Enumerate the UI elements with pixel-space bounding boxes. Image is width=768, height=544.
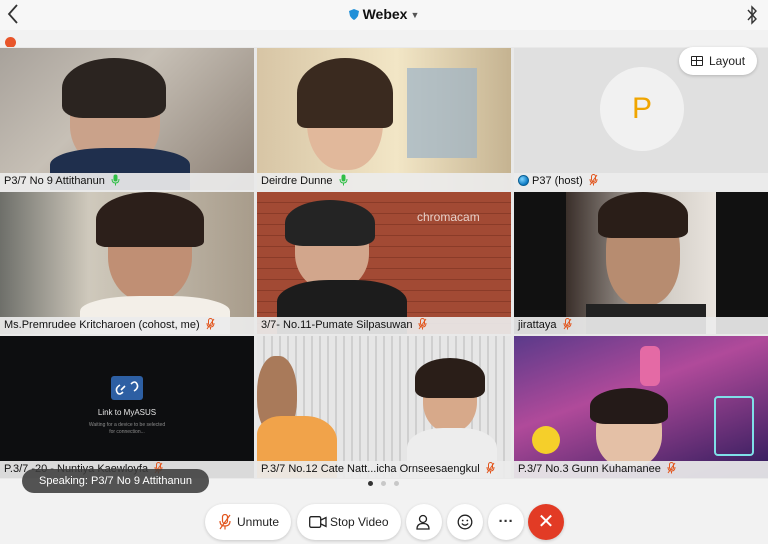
meeting-controls: Unmute Stop Video ··· ✕ [0,498,768,540]
participant-name: P.3/7 No.12 Cate Natt...icha Ornseesaeng… [261,463,480,475]
microphone-icon [339,174,348,186]
unmute-button[interactable]: Unmute [205,504,291,540]
meeting-title[interactable]: Webex ▼ [0,6,768,22]
more-options-icon: ··· [498,513,514,530]
video-feed [257,336,511,478]
microphone-muted-icon [667,462,676,474]
participant-tile[interactable]: chromacam 3/7- No.11-Pumate Silpasuwan [257,192,511,334]
page-indicator[interactable] [366,481,402,487]
microphone-muted-icon [563,318,572,330]
participant-name-bar: jirattaya [514,317,768,334]
stop-video-label: Stop Video [330,515,389,529]
participant-name-bar: P37 (host) [514,173,768,190]
participant-name: P37 (host) [532,175,583,187]
participant-name-bar: Ms.Premrudee Kritcharoen (cohost, me) [0,317,254,334]
participant-name: P.3/7 No.3 Gunn Kuhamanee [518,463,661,475]
microphone-muted-icon [589,174,598,186]
microphone-muted-icon [219,514,231,530]
close-icon: ✕ [537,511,555,533]
speaking-indicator: Speaking: P3/7 No 9 Attithanun [22,469,209,493]
microphone-icon [111,174,120,186]
chevron-down-icon: ▼ [410,10,420,20]
myasus-title: Link to MyASUS [97,408,157,417]
smiley-icon [457,514,473,530]
participant-tile[interactable]: P.3/7 No.3 Gunn Kuhamanee [514,336,768,478]
layout-label: Layout [709,54,746,68]
page-dot-active[interactable] [368,481,373,486]
video-feed: chromacam [257,192,511,334]
layout-button[interactable]: Layout [679,47,757,75]
page-dot[interactable] [381,481,386,486]
video-feed [0,48,254,190]
end-call-button[interactable]: ✕ [528,504,564,540]
bluetooth-icon[interactable] [746,5,758,25]
participant-tile[interactable]: jirattaya [514,192,768,334]
participant-name-bar: Deirdre Dunne [257,173,511,190]
participant-tile[interactable]: Deirdre Dunne [257,48,511,190]
participant-tile[interactable]: Link to MyASUS Waiting for a device to b… [0,336,254,478]
participant-tile[interactable]: P.3/7 No.12 Cate Natt...icha Ornseesaeng… [257,336,511,478]
microphone-muted-icon [486,462,495,474]
video-feed: Link to MyASUS Waiting for a device to b… [0,336,254,478]
camera-icon [309,516,327,528]
video-feed [566,192,716,334]
reactions-button[interactable] [447,504,483,540]
globe-icon [518,175,529,186]
participant-name: 3/7- No.11-Pumate Silpasuwan [261,319,413,331]
participant-name: Ms.Premrudee Kritcharoen (cohost, me) [4,319,200,331]
participant-name-bar: P3/7 No 9 Attithanun [0,173,254,190]
video-grid: P3/7 No 9 Attithanun Deirdre Dunne P P37… [0,47,768,479]
watermark-text: chromacam [417,210,480,224]
stop-video-button[interactable]: Stop Video [297,504,401,540]
myasus-subtitle: Waiting for a device to be selected for … [88,422,166,435]
shield-icon [348,9,359,20]
microphone-muted-icon [418,318,427,330]
top-bar: Webex ▼ [0,0,768,30]
layout-grid-icon [691,56,703,66]
participants-button[interactable] [406,504,442,540]
app-title: Webex [362,6,408,22]
participant-name: jirattaya [518,319,557,331]
avatar: P [600,67,684,151]
video-feed [257,48,511,190]
participant-name-bar: P.3/7 No.12 Cate Natt...icha Ornseesaeng… [257,461,511,478]
microphone-muted-icon [206,318,215,330]
unmute-label: Unmute [237,515,280,529]
page-dot[interactable] [394,481,399,486]
participant-name-bar: P.3/7 No.3 Gunn Kuhamanee [514,461,768,478]
link-icon [111,376,143,400]
participant-tile[interactable]: P3/7 No 9 Attithanun [0,48,254,190]
more-options-button[interactable]: ··· [488,504,524,540]
video-feed [0,192,254,334]
participant-name: Deirdre Dunne [261,175,333,187]
participant-name-bar: 3/7- No.11-Pumate Silpasuwan [257,317,511,334]
video-feed [514,336,768,478]
participant-name: P3/7 No 9 Attithanun [4,175,105,187]
person-icon [416,514,430,530]
participant-tile[interactable]: Ms.Premrudee Kritcharoen (cohost, me) [0,192,254,334]
